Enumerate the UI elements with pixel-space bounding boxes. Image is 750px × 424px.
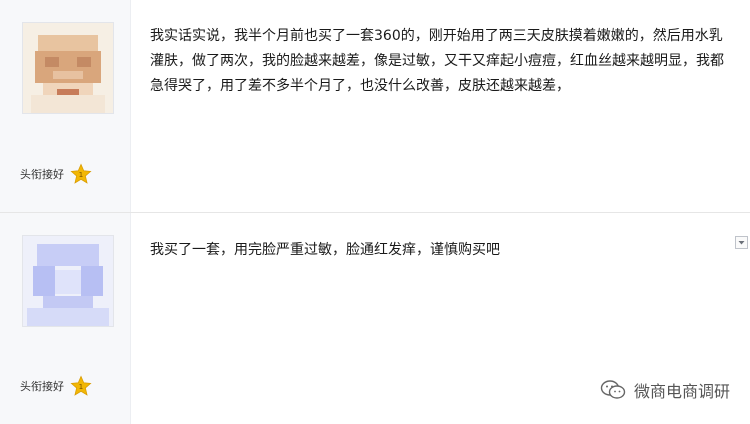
avatar-pixelated-image bbox=[23, 23, 113, 113]
chevron-down-icon bbox=[738, 241, 745, 245]
comment-text: 我实话实说，我半个月前也买了一套360的，刚开始用了两三天皮肤摸着嫩嫩的，然后用… bbox=[150, 28, 724, 94]
star-badge-icon: 1 bbox=[70, 163, 92, 184]
author-column: 头衔接好 1 bbox=[0, 213, 131, 424]
comment-text: 我买了一套，用完脸严重过敏，脸通红发痒，谨慎购买吧 bbox=[150, 242, 500, 258]
avatar-pixelated-image bbox=[23, 236, 113, 326]
post-menu-button[interactable] bbox=[735, 236, 748, 249]
user-rank: 头衔接好 1 bbox=[14, 160, 118, 188]
watermark-text: 微商电商调研 bbox=[633, 382, 730, 401]
svg-text:1: 1 bbox=[79, 170, 84, 179]
author-column: 头衔接好 1 bbox=[0, 0, 131, 212]
wechat-logo-icon bbox=[600, 380, 626, 399]
comment-thread: 头衔接好 1 我实话实说，我半个月前也买了一套360的，刚开始用了两三天皮肤摸着… bbox=[0, 0, 750, 424]
avatar[interactable] bbox=[22, 22, 114, 114]
comment-post: 头衔接好 1 我实话实说，我半个月前也买了一套360的，刚开始用了两三天皮肤摸着… bbox=[0, 0, 750, 213]
avatar[interactable] bbox=[22, 235, 114, 327]
svg-text:1: 1 bbox=[79, 382, 84, 391]
rank-label: 头衔接好 bbox=[20, 380, 64, 393]
user-rank: 头衔接好 1 bbox=[14, 372, 118, 400]
watermark: 微商电商调研 bbox=[600, 378, 730, 402]
star-badge-icon: 1 bbox=[70, 375, 92, 396]
rank-label: 头衔接好 bbox=[20, 168, 64, 181]
